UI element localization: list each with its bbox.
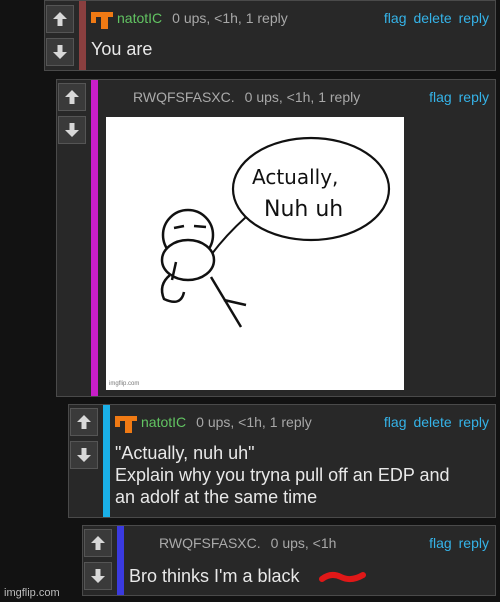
comment-body: natotIC 0 ups, <1h, 1 reply flag delete rep… (91, 1, 489, 70)
delete-link[interactable]: delete (413, 10, 451, 26)
arrow-up-icon (91, 536, 105, 550)
bubble-line-1: Actually, (252, 165, 339, 189)
upvote-button[interactable] (58, 83, 86, 111)
flag-link[interactable]: flag (384, 10, 407, 26)
flag-link[interactable]: flag (429, 89, 452, 105)
arrow-down-icon (91, 569, 105, 583)
downvote-button[interactable] (46, 38, 74, 66)
flag-link[interactable]: flag (429, 535, 452, 551)
comment-meta: 0 ups, <1h, 1 reply (244, 89, 361, 105)
thread-bar (117, 526, 124, 595)
bubble-line-2: Nuh uh (264, 197, 344, 222)
comment-actions: flag delete reply (377, 4, 489, 32)
delete-link[interactable]: delete (413, 414, 451, 430)
thread-bar (91, 80, 98, 396)
comment-actions: flag reply (422, 529, 489, 557)
upvote-button[interactable] (46, 5, 74, 33)
comment-text: "Actually, nuh uh" Explain why you tryna… (115, 442, 489, 508)
arrow-up-icon (77, 415, 91, 429)
arrow-down-icon (77, 448, 91, 462)
arrow-up-icon (65, 90, 79, 104)
comment-line-2: Explain why you tryna pull off an EDP an… (115, 465, 450, 485)
comment-body: natotIC 0 ups, <1h, 1 reply flag delete rep… (115, 405, 489, 517)
reply-link[interactable]: reply (459, 414, 489, 430)
username-link[interactable]: natotIC (117, 10, 162, 26)
reply-link[interactable]: reply (459, 89, 489, 105)
vote-buttons (57, 80, 87, 396)
username-link[interactable]: RWQFSFASXC. (133, 89, 235, 105)
comment-header: RWQFSFASXC. 0 ups, <1h flag reply (129, 529, 489, 557)
vote-buttons (69, 405, 99, 517)
comment-4: RWQFSFASXC. 0 ups, <1h flag reply Bro thin… (82, 525, 496, 596)
reply-link[interactable]: reply (459, 535, 489, 551)
comment-header: natotIC 0 ups, <1h, 1 reply flag delete rep… (91, 4, 489, 32)
comment-meta: 0 ups, <1h, 1 reply (172, 10, 288, 26)
red-scribble-censor (319, 571, 366, 583)
comment-header: RWQFSFASXC. 0 ups, <1h, 1 reply flag reply (103, 83, 489, 111)
comment-line-3: an adolf at the same time (115, 487, 318, 507)
vote-buttons (83, 526, 113, 595)
imgflip-watermark: imgflip.com (4, 587, 60, 599)
meme-image[interactable]: Actually, Nuh uh imgflip.com (106, 117, 404, 390)
comment-text: Bro thinks I'm a black (129, 565, 489, 587)
comment-header: natotIC 0 ups, <1h, 1 reply flag delete rep… (115, 408, 489, 436)
nuh-uh-drawing (160, 136, 391, 328)
user-avatar-icon (115, 416, 137, 434)
upvote-button[interactable] (70, 408, 98, 436)
comment-body: RWQFSFASXC. 0 ups, <1h, 1 reply flag reply… (103, 80, 489, 396)
comment-text: You are (91, 39, 153, 59)
comment-line-1: Bro thinks I'm a black (129, 566, 300, 586)
comment-actions: flag reply (422, 83, 489, 111)
flag-link[interactable]: flag (384, 414, 407, 430)
downvote-button[interactable] (58, 116, 86, 144)
comment-line-1: "Actually, nuh uh" (115, 443, 255, 463)
comment-2: RWQFSFASXC. 0 ups, <1h, 1 reply flag reply… (56, 79, 496, 397)
image-watermark: imgflip.com (109, 381, 140, 387)
comment-body: RWQFSFASXC. 0 ups, <1h flag reply Bro thin… (129, 526, 489, 595)
user-avatar-icon (91, 12, 113, 30)
arrow-down-icon (53, 45, 67, 59)
vote-buttons (45, 1, 75, 70)
username-link[interactable]: RWQFSFASXC. (159, 535, 261, 551)
arrow-down-icon (65, 123, 79, 137)
downvote-button[interactable] (70, 441, 98, 469)
username-link[interactable]: natotIC (141, 414, 186, 430)
comment-meta: 0 ups, <1h (270, 535, 337, 551)
comment-1: natotIC 0 ups, <1h, 1 reply flag delete rep… (44, 0, 496, 71)
thread-bar (103, 405, 110, 517)
thread-bar (79, 1, 86, 70)
reply-link[interactable]: reply (459, 10, 489, 26)
downvote-button[interactable] (84, 562, 112, 590)
comment-3: natotIC 0 ups, <1h, 1 reply flag delete rep… (68, 404, 496, 518)
comment-actions: flag delete reply (377, 408, 489, 436)
arrow-up-icon (53, 12, 67, 26)
comment-meta: 0 ups, <1h, 1 reply (196, 414, 312, 430)
upvote-button[interactable] (84, 529, 112, 557)
